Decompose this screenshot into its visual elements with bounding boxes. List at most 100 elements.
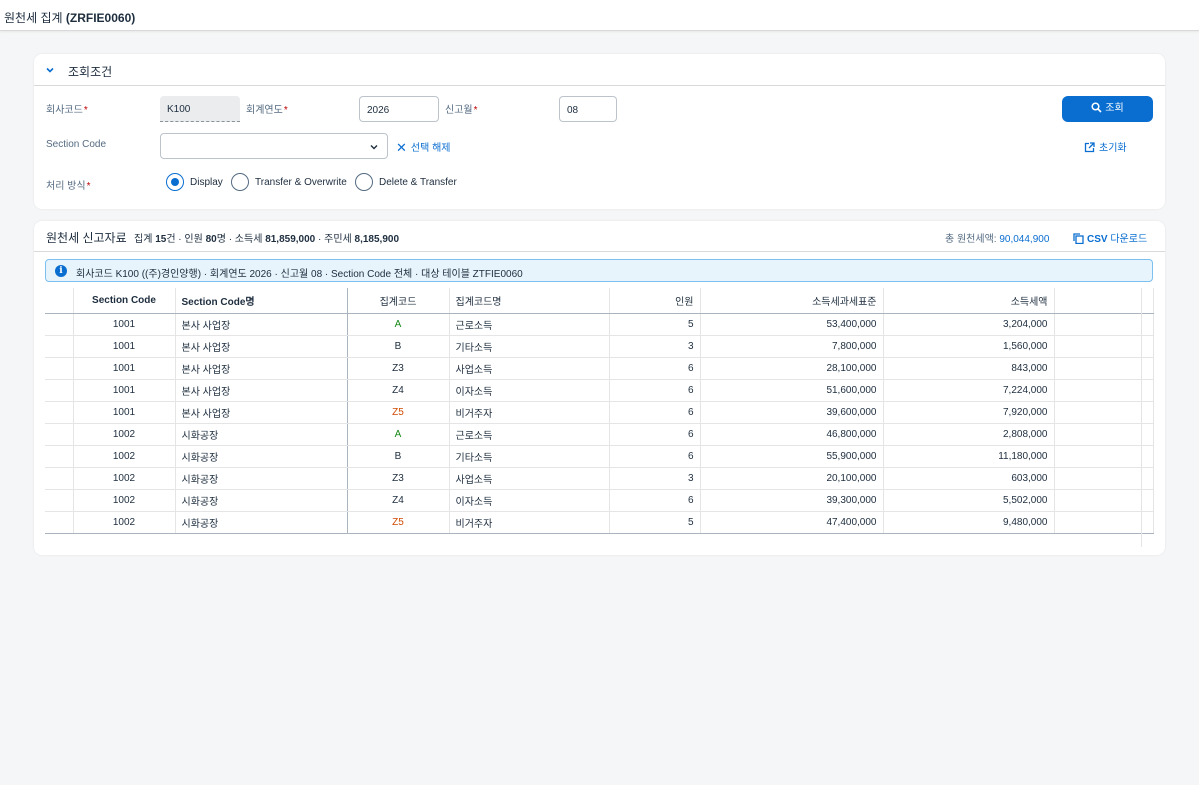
table-row[interactable]: 1002 시화공장 Z5 비거주자 5 47,400,000 9,480,000 (45, 511, 1154, 534)
table-row[interactable]: 1002 시화공장 Z4 이자소득 6 39,300,000 5,502,000 (45, 489, 1154, 512)
section-code-label: Section Code (46, 139, 107, 150)
col-header-taxable-base[interactable]: 소득세과세표준 (700, 288, 884, 314)
radio-transfer-overwrite-circle[interactable] (231, 173, 249, 191)
copy-icon (1073, 233, 1084, 245)
col-header-agg-code[interactable]: 집계코드 (347, 288, 450, 314)
chevron-down-icon (370, 145, 378, 150)
vertical-scrollbar[interactable] (1141, 288, 1153, 547)
row-selector[interactable] (45, 313, 74, 336)
cell-agg-code: Z4 (347, 489, 450, 512)
table-row[interactable]: 1002 시화공장 A 근로소득 6 46,800,000 2,808,000 (45, 423, 1154, 446)
cell-taxable-base: 47,400,000 (700, 511, 884, 534)
cell-section-code: 1001 (73, 335, 176, 358)
col-header-section-code[interactable]: Section Code (73, 288, 176, 314)
report-month-input[interactable]: 08 (559, 96, 617, 122)
cell-taxable-base: 7,800,000 (700, 335, 884, 358)
cell-income-tax: 1,560,000 (883, 335, 1055, 358)
cell-section-code: 1001 (73, 379, 176, 402)
cell-agg-code: Z4 (347, 379, 450, 402)
cell-section-code: 1002 (73, 489, 176, 512)
company-code-field: K100 (160, 96, 240, 122)
cell-taxable-base: 39,600,000 (700, 401, 884, 424)
info-text: 회사코드 K100 ((주)경인양행) · 회계연도 2026 · 신고월 08… (76, 269, 523, 280)
cell-agg-name: 사업소득 (449, 357, 610, 380)
table-row[interactable]: 1001 본사 사업장 Z5 비거주자 6 39,600,000 7,920,000 (45, 401, 1154, 424)
col-header-section-name[interactable]: Section Code명 (175, 288, 348, 314)
row-selector[interactable] (45, 511, 74, 534)
cell-taxable-base: 20,100,000 (700, 467, 884, 490)
table-row[interactable]: 1001 본사 사업장 B 기타소득 3 7,800,000 1,560,000 (45, 335, 1154, 358)
company-code-label: 회사코드* (46, 105, 88, 116)
row-selector[interactable] (45, 445, 74, 468)
row-selector[interactable] (45, 423, 74, 446)
filler-cell (1054, 423, 1154, 446)
row-selector[interactable] (45, 467, 74, 490)
col-header-persons[interactable]: 인원 (609, 288, 701, 314)
app-title-text: 원천세 집계 (4, 11, 63, 25)
row-selector[interactable] (45, 357, 74, 380)
cell-section-code: 1002 (73, 445, 176, 468)
row-selector[interactable] (45, 335, 74, 358)
process-mode-label: 처리 방식* (46, 181, 91, 192)
table-row[interactable]: 1001 본사 사업장 Z3 사업소득 6 28,100,000 843,000 (45, 357, 1154, 380)
table-header-row: Section Code Section Code명 집계코드 집계코드명 인원… (45, 288, 1154, 314)
cell-agg-name: 기타소득 (449, 335, 610, 358)
row-selector[interactable] (45, 379, 74, 402)
filler-cell (1054, 379, 1154, 402)
result-title: 원천세 신고자료 (46, 231, 127, 245)
cell-section-name: 본사 사업장 (175, 357, 348, 380)
row-selector[interactable] (45, 489, 74, 512)
filler-cell (1054, 357, 1154, 380)
csv-download-button[interactable]: CSV 다운로드 (1073, 230, 1147, 245)
search-button[interactable]: 조회 (1062, 96, 1153, 122)
radio-delete-transfer-label: Delete & Transfer (379, 177, 457, 188)
filler-header (1054, 288, 1154, 314)
radio-display-circle[interactable] (166, 173, 184, 191)
cell-taxable-base: 51,600,000 (700, 379, 884, 402)
search-button-label: 조회 (1105, 103, 1124, 114)
clear-selection-link[interactable]: ✕ 선택 해제 (396, 139, 451, 156)
cell-section-name: 시화공장 (175, 445, 348, 468)
cell-agg-code: Z5 (347, 401, 450, 424)
cell-agg-code: Z5 (347, 511, 450, 534)
cell-section-name: 본사 사업장 (175, 313, 348, 336)
row-selector[interactable] (45, 401, 74, 424)
cell-persons: 6 (609, 379, 701, 402)
cell-agg-name: 기타소득 (449, 445, 610, 468)
cell-agg-name: 비거주자 (449, 401, 610, 424)
filler-cell (1054, 335, 1154, 358)
table-row[interactable]: 1001 본사 사업장 Z4 이자소득 6 51,600,000 7,224,000 (45, 379, 1154, 402)
cell-income-tax: 5,502,000 (883, 489, 1055, 512)
cell-section-name: 시화공장 (175, 511, 348, 534)
table-row[interactable]: 1002 시화공장 Z3 사업소득 3 20,100,000 603,000 (45, 467, 1154, 490)
col-header-income-tax[interactable]: 소득세액 (883, 288, 1055, 314)
reset-button[interactable]: 초기화 (1084, 139, 1127, 154)
total-tax: 총 원천세액: 90,044,900 (945, 234, 1050, 245)
cell-persons: 5 (609, 511, 701, 534)
filter-title: 조회조건 (68, 65, 113, 79)
fiscal-year-input[interactable]: 2026 (359, 96, 439, 122)
radio-transfer-overwrite-label: Transfer & Overwrite (255, 177, 347, 188)
filler-cell (1054, 467, 1154, 490)
filter-header[interactable]: 조회조건 (34, 54, 1165, 86)
cell-agg-code: A (347, 313, 450, 336)
close-icon: ✕ (396, 140, 407, 155)
cell-agg-code: Z3 (347, 467, 450, 490)
cell-income-tax: 843,000 (883, 357, 1055, 380)
result-table-container: Section Code Section Code명 집계코드 집계코드명 인원… (45, 288, 1154, 547)
table-row[interactable]: 1001 본사 사업장 A 근로소득 5 53,400,000 3,204,000 (45, 313, 1154, 336)
radio-delete-transfer-circle[interactable] (355, 173, 373, 191)
table-row[interactable]: 1002 시화공장 B 기타소득 6 55,900,000 11,180,000 (45, 445, 1154, 468)
shell-bar: 원천세 집계 (ZRFIE0060) (0, 0, 1199, 31)
cell-taxable-base: 39,300,000 (700, 489, 884, 512)
filler-cell (1054, 445, 1154, 468)
section-code-select[interactable] (160, 133, 388, 159)
cell-taxable-base: 53,400,000 (700, 313, 884, 336)
cell-persons: 6 (609, 423, 701, 446)
cell-income-tax: 2,808,000 (883, 423, 1055, 446)
col-header-agg-name[interactable]: 집계코드명 (449, 288, 610, 314)
table-body: 1001 본사 사업장 A 근로소득 5 53,400,000 3,204,000 1001 본… (45, 313, 1154, 534)
chevron-down-icon[interactable] (44, 64, 56, 76)
cell-persons: 3 (609, 335, 701, 358)
cell-section-name: 본사 사업장 (175, 335, 348, 358)
